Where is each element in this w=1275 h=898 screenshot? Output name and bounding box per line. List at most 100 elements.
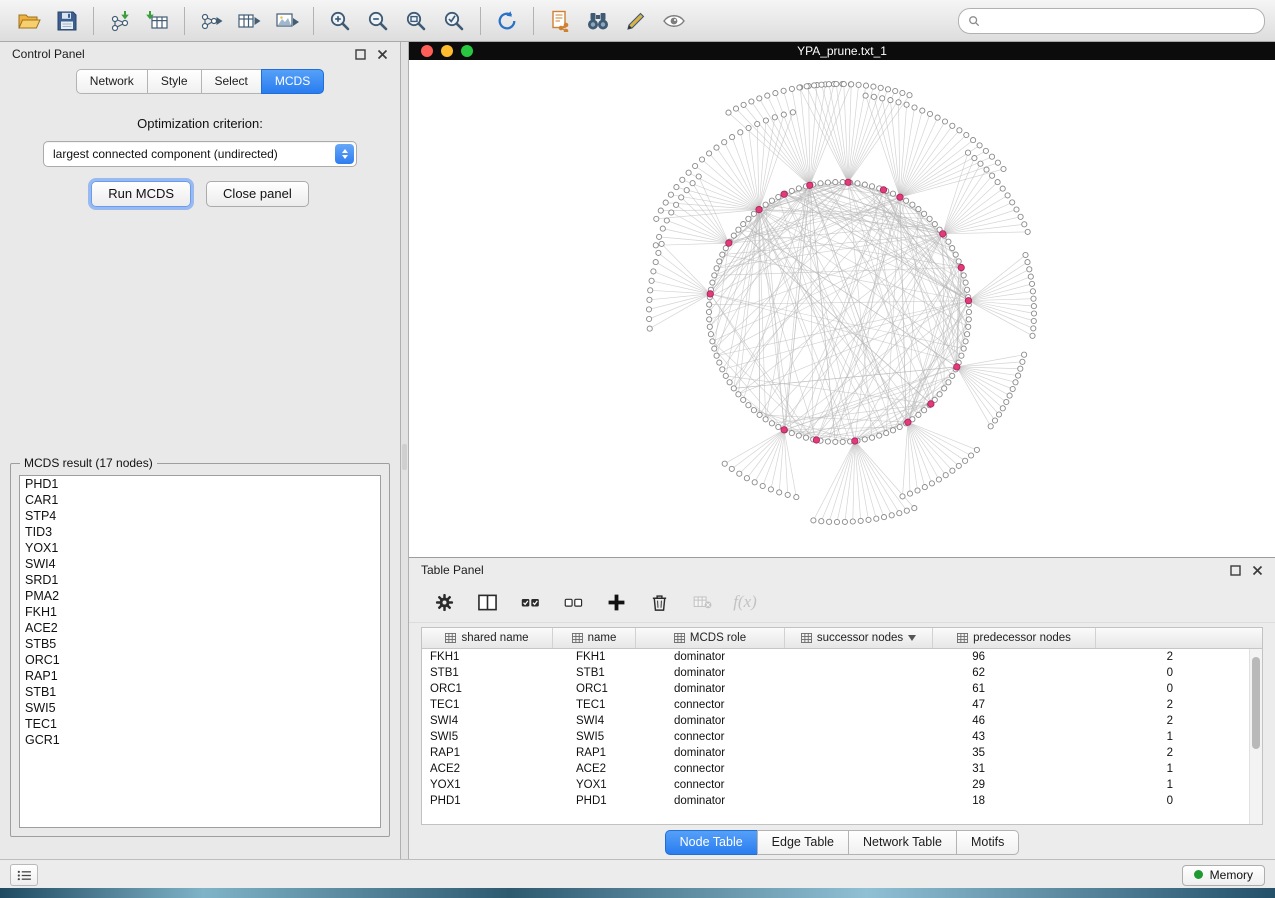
table-row[interactable]: SWI4SWI4dominator462 [422,713,1262,729]
toolbar-icons [10,4,693,38]
mcds-result-item[interactable]: FKH1 [20,604,380,620]
cell-mcds-role: dominator [666,681,830,697]
mcds-result-item[interactable]: TID3 [20,524,380,540]
select-all-rows-button[interactable] [517,589,543,615]
export-table-button[interactable] [230,4,268,38]
panel-selector-button[interactable] [10,864,38,886]
mcds-result-item[interactable]: STP4 [20,508,380,524]
export-image-button[interactable] [268,4,306,38]
mcds-result-item[interactable]: PMA2 [20,588,380,604]
column-header-successor-nodes[interactable]: successor nodes [785,628,933,648]
control-panel-tab-mcds[interactable]: MCDS [261,69,324,94]
optimization-criterion-select[interactable]: largest connected component (undirected) [43,141,357,167]
control-panel-float-button[interactable] [355,49,366,60]
find-button[interactable] [579,4,617,38]
scrollbar-thumb[interactable] [1252,657,1260,749]
zoom-selected-button[interactable] [435,4,473,38]
memory-button[interactable]: Memory [1182,865,1265,886]
mcds-result-item[interactable]: SWI5 [20,700,380,716]
cell-name: PHD1 [568,793,666,809]
cell-successor-nodes: 46 [830,713,1003,729]
control-panel-tab-select[interactable]: Select [201,69,261,94]
mcds-result-item[interactable]: ORC1 [20,652,380,668]
mcds-result-item[interactable]: STB5 [20,636,380,652]
toolbar-separator [93,7,94,35]
control-panel-tab-style[interactable]: Style [147,69,201,94]
column-visibility-button[interactable] [474,589,500,615]
cell-shared-name: ACE2 [422,761,568,777]
table-settings-button[interactable] [431,589,457,615]
table-row[interactable]: ACE2ACE2connector311 [422,761,1262,777]
mcds-result-item[interactable]: ACE2 [20,620,380,636]
mcds-result-item[interactable]: STB1 [20,684,380,700]
mcds-result-item[interactable]: RAP1 [20,668,380,684]
table-row[interactable]: ORC1ORC1dominator610 [422,681,1262,697]
splitter-handle[interactable] [402,444,407,470]
mcds-result-list[interactable]: PHD1CAR1STP4TID3YOX1SWI4SRD1PMA2FKH1ACE2… [19,475,381,828]
table-panel-close-button[interactable] [1252,565,1263,576]
mcds-result-item[interactable]: CAR1 [20,492,380,508]
close-window-button[interactable] [421,45,433,57]
mcds-result-title: MCDS result (17 nodes) [20,456,157,470]
mcds-result-item[interactable]: YOX1 [20,540,380,556]
table-tab-node-table[interactable]: Node Table [665,830,757,855]
zoom-in-button[interactable] [321,4,359,38]
import-network-button[interactable] [101,4,139,38]
table-row[interactable]: FKH1FKH1dominator962 [422,649,1262,665]
table-row[interactable]: SWI5SWI5connector431 [422,729,1262,745]
export-document-button[interactable] [541,4,579,38]
column-header-shared-name[interactable]: shared name [422,628,553,648]
control-panel-close-button[interactable] [377,49,388,60]
mcds-result-item[interactable]: GCR1 [20,732,380,748]
table-panel-float-button[interactable] [1230,565,1241,576]
zoom-selected-icon [442,10,466,32]
search-icon [968,15,980,27]
style-wand-button[interactable] [617,4,655,38]
add-column-button[interactable] [603,589,629,615]
run-mcds-button[interactable]: Run MCDS [91,181,191,207]
column-label: name [588,632,617,644]
refresh-network-button[interactable] [488,4,526,38]
export-network-button[interactable] [192,4,230,38]
column-type-icon [801,633,812,643]
zoom-out-button[interactable] [359,4,397,38]
table-row[interactable]: STB1STB1dominator620 [422,665,1262,681]
search-input[interactable] [986,13,1255,29]
minimize-window-button[interactable] [441,45,453,57]
table-scrollbar[interactable] [1249,649,1262,824]
cell-shared-name: SWI4 [422,713,568,729]
table-tab-motifs[interactable]: Motifs [956,830,1019,855]
import-table-button[interactable] [139,4,177,38]
open-session-button[interactable] [10,4,48,38]
table-row[interactable]: RAP1RAP1dominator352 [422,745,1262,761]
search-box[interactable] [958,8,1265,34]
delete-column-button[interactable] [646,589,672,615]
zoom-fit-button[interactable] [397,4,435,38]
table-tab-network-table[interactable]: Network Table [848,830,956,855]
cell-shared-name: RAP1 [422,745,568,761]
column-header-name[interactable]: name [553,628,636,648]
deselect-all-rows-button[interactable] [560,589,586,615]
maximize-window-button[interactable] [461,45,473,57]
table-row[interactable]: YOX1YOX1connector291 [422,777,1262,793]
zoom-in-icon [328,10,352,32]
network-window-titlebar[interactable]: YPA_prune.txt_1 [409,42,1275,60]
mcds-result-item[interactable]: TEC1 [20,716,380,732]
column-header-predecessor-nodes[interactable]: predecessor nodes [933,628,1096,648]
network-canvas[interactable] [409,60,1275,557]
save-session-button[interactable] [48,4,86,38]
column-header-mcds-role[interactable]: MCDS role [636,628,785,648]
table-body[interactable]: FKH1FKH1dominator962STB1STB1dominator620… [422,649,1262,824]
control-panel-tab-network[interactable]: Network [76,69,147,94]
mcds-result-item[interactable]: SWI4 [20,556,380,572]
toolbar-separator [480,7,481,35]
show-graphics-button[interactable] [655,4,693,38]
table-row[interactable]: PHD1PHD1dominator180 [422,793,1262,809]
table-tab-edge-table[interactable]: Edge Table [757,830,848,855]
panel-splitter[interactable] [401,42,409,859]
close-mcds-panel-button[interactable]: Close panel [206,181,309,207]
mcds-result-item[interactable]: SRD1 [20,572,380,588]
mcds-result-item[interactable]: PHD1 [20,476,380,492]
table-row[interactable]: TEC1TEC1connector472 [422,697,1262,713]
cell-predecessor-nodes: 1 [1003,777,1191,793]
